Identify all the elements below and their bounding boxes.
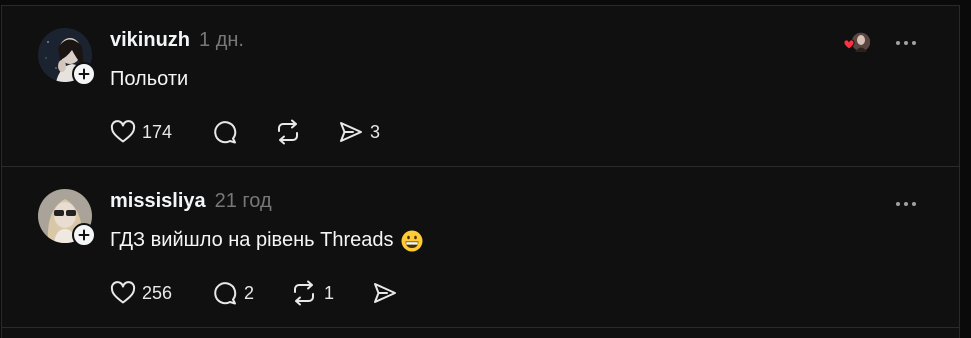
comment-icon — [214, 121, 237, 144]
avatar-wrap — [38, 189, 96, 247]
like-count: 256 — [142, 282, 173, 303]
more-icon — [896, 202, 900, 206]
username[interactable]: vikinuzh — [110, 29, 190, 52]
username[interactable]: missisliya — [110, 190, 206, 213]
repost-button[interactable]: 1 — [290, 280, 372, 306]
comment-count: 2 — [244, 282, 255, 303]
more-icon — [912, 41, 916, 45]
heart-icon — [110, 281, 136, 304]
more-options-button[interactable] — [891, 197, 921, 211]
plus-icon — [78, 68, 90, 80]
post-header: missisliya 21 год — [110, 190, 272, 213]
comment-button[interactable] — [212, 119, 274, 145]
share-button[interactable]: 3 — [338, 120, 380, 144]
post-text-content: Польоти — [110, 68, 189, 90]
comment-icon — [214, 282, 237, 305]
share-icon — [374, 283, 396, 303]
post-text: Польоти — [110, 68, 188, 91]
avatar-wrap — [38, 28, 96, 86]
repost-icon — [294, 280, 314, 306]
liked-by-avatar[interactable] — [840, 30, 872, 54]
more-options-button[interactable] — [891, 36, 921, 50]
repost-count: 1 — [324, 282, 335, 303]
more-icon — [904, 41, 908, 45]
post-header: vikinuzh 1 дн. — [110, 29, 244, 52]
comment-button[interactable]: 2 — [212, 280, 290, 306]
more-icon — [912, 202, 916, 206]
more-icon — [896, 41, 900, 45]
repost-button[interactable] — [274, 119, 338, 145]
share-icon — [340, 122, 362, 142]
action-bar: 174 3 — [110, 117, 380, 147]
post-text-content: ГДЗ вийшло на рівень Threads — [110, 229, 394, 251]
share-count: 3 — [370, 121, 381, 142]
follow-button[interactable] — [72, 223, 96, 247]
post-text: ГДЗ вийшло на рівень Threads — [110, 229, 423, 252]
more-icon — [904, 202, 908, 206]
like-count: 174 — [142, 121, 173, 142]
follow-button[interactable] — [72, 62, 96, 86]
action-bar: 256 2 1 — [110, 278, 404, 308]
heart-icon — [110, 120, 136, 143]
like-button[interactable]: 256 — [110, 281, 212, 305]
share-button[interactable] — [372, 281, 404, 305]
post: vikinuzh 1 дн. Польоти 174 3 — [2, 6, 959, 167]
like-button[interactable]: 174 — [110, 120, 212, 144]
feed: vikinuzh 1 дн. Польоти 174 3 missisliya … — [1, 5, 960, 338]
post: missisliya 21 год ГДЗ вийшло на рівень T… — [2, 167, 959, 328]
grinning-face-icon — [401, 230, 423, 251]
timestamp[interactable]: 21 год — [215, 190, 272, 213]
repost-icon — [278, 119, 298, 145]
plus-icon — [78, 229, 90, 241]
timestamp[interactable]: 1 дн. — [199, 29, 244, 52]
